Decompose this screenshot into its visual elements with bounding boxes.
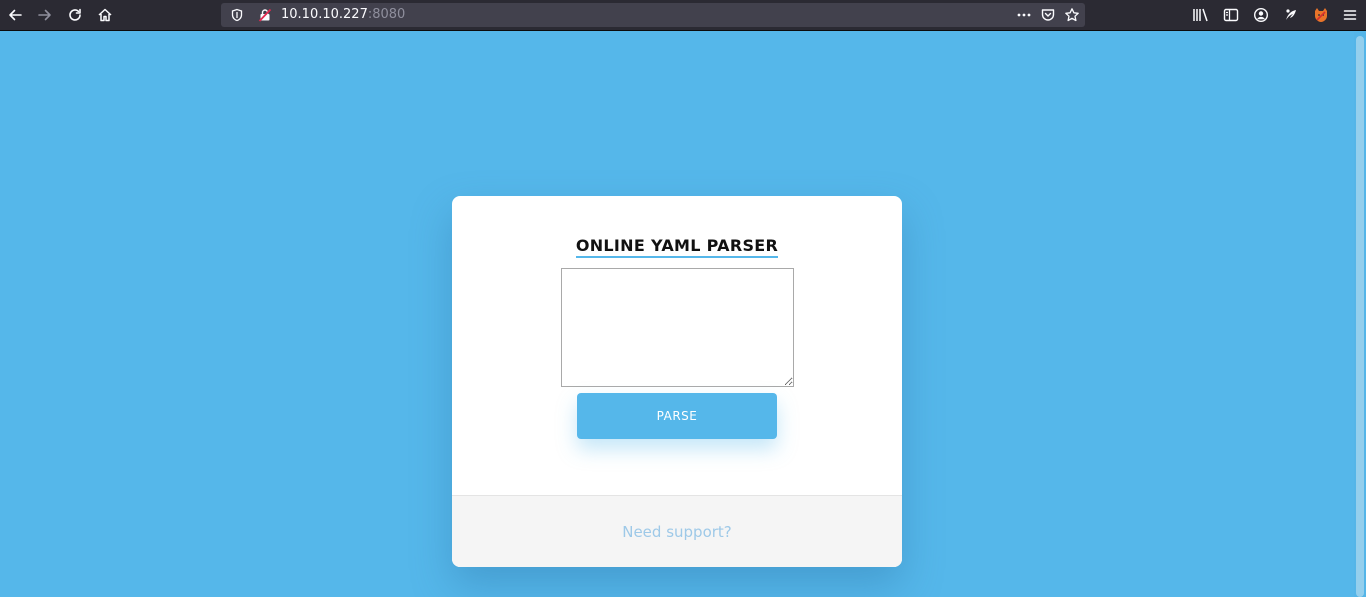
card-footer: Need support? bbox=[452, 495, 902, 567]
parse-button[interactable]: PARSE bbox=[577, 393, 777, 439]
account-icon[interactable] bbox=[1249, 4, 1273, 26]
url-host: 10.10.10.227 bbox=[281, 7, 368, 22]
yaml-input-textarea[interactable] bbox=[561, 268, 794, 387]
bookmark-star-icon[interactable] bbox=[1060, 4, 1084, 26]
more-actions-icon[interactable] bbox=[1012, 4, 1036, 26]
home-icon[interactable] bbox=[93, 4, 117, 26]
reload-icon[interactable] bbox=[63, 4, 87, 26]
scrollbar-thumb[interactable] bbox=[1356, 36, 1364, 597]
url-text[interactable]: 10.10.10.227:8080 bbox=[281, 7, 405, 22]
need-support-link[interactable]: Need support? bbox=[622, 523, 732, 541]
library-icon[interactable] bbox=[1189, 4, 1213, 26]
url-bar[interactable]: 10.10.10.227:8080 bbox=[221, 3, 1085, 27]
tracking-shield-icon[interactable] bbox=[225, 4, 249, 26]
extension-icon[interactable] bbox=[1279, 4, 1303, 26]
menu-icon[interactable] bbox=[1338, 4, 1362, 26]
back-icon[interactable] bbox=[3, 4, 27, 26]
page-title: ONLINE YAML PARSER bbox=[452, 236, 902, 258]
sidebar-icon[interactable] bbox=[1219, 4, 1243, 26]
url-port: :8080 bbox=[367, 7, 406, 22]
page-title-text: ONLINE YAML PARSER bbox=[575, 236, 779, 258]
browser-toolbar: 10.10.10.227:8080 bbox=[0, 0, 1366, 31]
foxyproxy-icon[interactable] bbox=[1309, 4, 1333, 26]
parser-card: ONLINE YAML PARSER PARSE Need support? bbox=[452, 196, 902, 567]
insecure-lock-icon[interactable] bbox=[253, 4, 277, 26]
pocket-icon[interactable] bbox=[1036, 4, 1060, 26]
forward-icon[interactable] bbox=[33, 4, 57, 26]
